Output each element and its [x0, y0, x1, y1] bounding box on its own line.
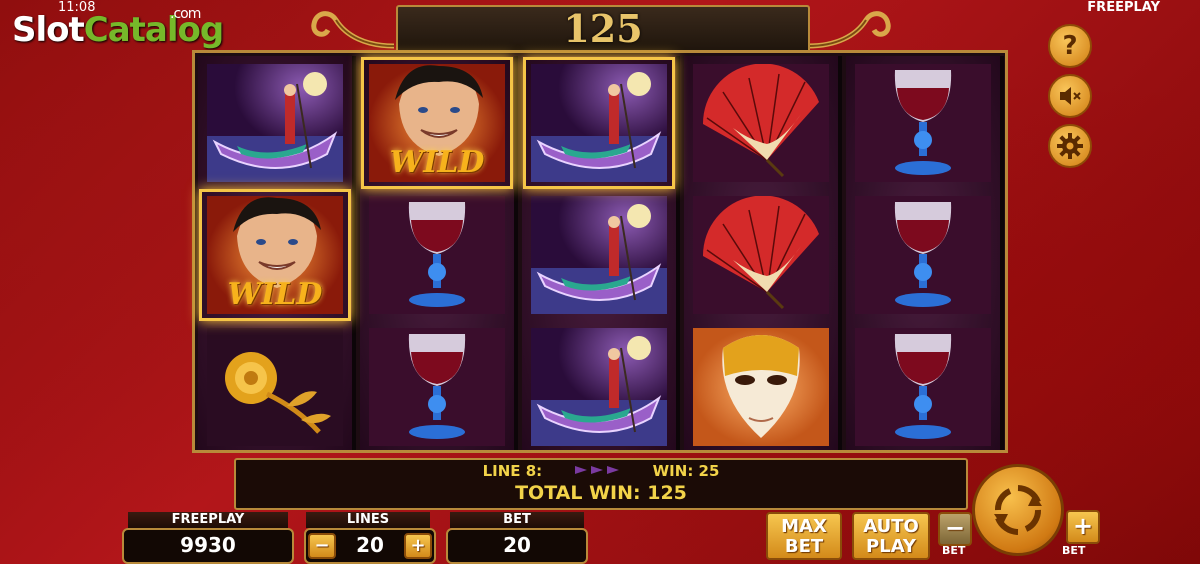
total-win: TOTAL WIN: 125: [515, 482, 687, 504]
bet-minus-label: BET: [942, 544, 966, 557]
bet-increase-button[interactable]: + BET: [1062, 510, 1100, 562]
symbol-gondola: [202, 60, 348, 186]
reel-1: WILD: [198, 56, 356, 450]
line-win-row: LINE 8: WIN: 25: [236, 462, 966, 480]
sound-off-icon: [1060, 87, 1081, 105]
symbol-mask: [688, 324, 834, 450]
mode-indicator: FREEPLAY: [1087, 0, 1160, 15]
bet-value: 20: [446, 528, 588, 564]
line-win-amount: WIN: 25: [652, 462, 720, 480]
lines-control: − 20 +: [304, 528, 436, 564]
balance-label: FREEPLAY: [128, 512, 288, 528]
max-bet-line2: BET: [784, 536, 824, 557]
logo-slot: Slot: [12, 10, 85, 50]
spin-arrows-icon: [994, 485, 1042, 535]
auto-play-button[interactable]: AUTO PLAY: [852, 512, 930, 560]
plus-icon: +: [1066, 510, 1100, 544]
max-bet-line1: MAX: [781, 516, 827, 537]
logo-com: .com: [170, 6, 201, 22]
symbol-wine-glass: [364, 324, 510, 450]
symbol-wild: WILD: [361, 57, 513, 189]
symbol-gondola: [526, 192, 672, 318]
symbol-wine-glass: [850, 60, 996, 186]
bet-plus-label: BET: [1062, 544, 1086, 557]
ornament-left: [311, 11, 395, 49]
symbol-gondola: [526, 324, 672, 450]
symbol-rose: [202, 324, 348, 450]
symbol-fan: [688, 192, 834, 318]
symbol-wild: WILD: [199, 189, 351, 321]
bet-label: BET: [450, 512, 584, 528]
help-button[interactable]: ?: [1048, 24, 1092, 68]
lines-value: 20: [356, 533, 384, 557]
lines-label: LINES: [306, 512, 430, 528]
sound-button[interactable]: [1048, 74, 1092, 118]
symbol-wine-glass: [850, 324, 996, 450]
lines-minus-button[interactable]: −: [308, 533, 336, 559]
lines-plus-button[interactable]: +: [404, 533, 432, 559]
auto-play-line1: AUTO: [863, 516, 919, 537]
wild-label: WILD: [389, 145, 485, 180]
minus-icon: −: [938, 512, 972, 546]
symbol-fan: [688, 60, 834, 186]
balance-value: 9930: [122, 528, 294, 564]
logo-catalog: Catalog: [83, 10, 224, 50]
max-bet-button[interactable]: MAX BET: [766, 512, 842, 560]
gear-icon: [1057, 133, 1083, 159]
symbol-wine-glass: [850, 192, 996, 318]
win-display: 125: [396, 5, 810, 53]
ornament-right: [807, 11, 891, 49]
reel-5: [846, 56, 1004, 450]
line-label: LINE 8:: [482, 462, 543, 480]
help-icon: ?: [1062, 31, 1078, 61]
settings-button[interactable]: [1048, 124, 1092, 168]
reel-2: WILD: [360, 56, 518, 450]
spin-button[interactable]: [972, 464, 1064, 556]
watermark-logo: SlotCatalog .com: [12, 6, 224, 50]
reels-grid: WILD WILD: [192, 50, 1008, 453]
wild-label: WILD: [227, 277, 323, 312]
reel-4: [684, 56, 842, 450]
line-symbols-icon: [573, 462, 621, 480]
win-info-bar: LINE 8: WIN: 25 TOTAL WIN: 125: [234, 458, 968, 510]
reel-3: [522, 56, 680, 450]
auto-play-line2: PLAY: [866, 536, 916, 557]
symbol-gondola: [523, 57, 675, 189]
symbol-wine-glass: [364, 192, 510, 318]
